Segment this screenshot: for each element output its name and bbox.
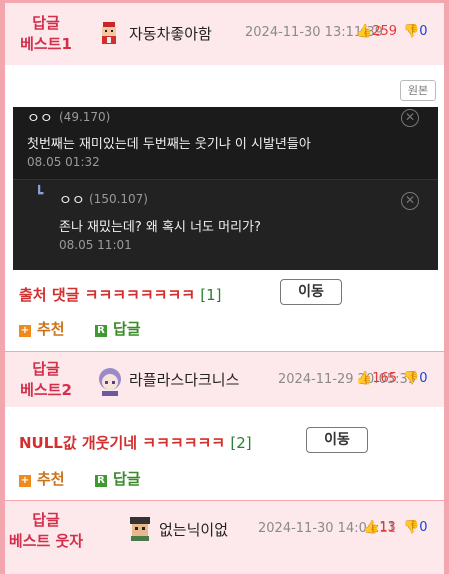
comment2-time: 08.05 11:01	[59, 238, 132, 252]
comment1-ip: (49.170)	[59, 110, 111, 124]
reply-icon: R	[95, 475, 107, 487]
upvote-value: 13	[379, 520, 396, 535]
downvote-value: 0	[419, 24, 428, 39]
best-label-line2: 베스트 웃자	[8, 532, 84, 550]
user-nickname[interactable]: 라플라스다크니스	[129, 369, 239, 390]
downvote-value: 0	[419, 371, 428, 386]
close-icon: ✕	[401, 192, 419, 210]
best-label-line2: 베스트2	[20, 381, 72, 399]
user-avatar-icon[interactable]	[127, 515, 153, 541]
comment1-text: 첫번째는 재미있는데 두번째는 웃기냐 이 시발년들아	[27, 137, 311, 152]
upvote-value: 165	[372, 371, 398, 386]
comment-count: [1]	[200, 286, 222, 304]
recommend-label: 추천	[37, 320, 65, 338]
user-nickname[interactable]: 없는닉이없	[159, 519, 228, 540]
plus-icon: +	[19, 475, 31, 487]
upvote-count[interactable]: 👍13	[363, 520, 396, 535]
downvote-count[interactable]: 👎0	[403, 520, 427, 535]
reply-button[interactable]: R 답글	[95, 318, 141, 339]
thumb-down-icon: 👎	[403, 520, 420, 535]
plus-icon: +	[19, 325, 31, 337]
post-title-text[interactable]: 출처 댓글 ㅋㅋㅋㅋㅋㅋㅋㅋ	[19, 286, 195, 304]
reply-label: 답글	[113, 470, 141, 488]
upvote-value: 259	[372, 24, 398, 39]
thumb-down-icon: 👎	[403, 371, 420, 386]
comment2-text: 존나 재밌는데? 왜 혹시 너도 머리가?	[59, 220, 261, 235]
comment-screenshot-image: ㅇㅇ (49.170) ✕ 첫번째는 재미있는데 두번째는 웃기냐 이 시발년들…	[13, 107, 438, 270]
best-label-line1: 답글	[32, 360, 60, 378]
comment2-ip: (150.107)	[89, 192, 148, 206]
downvote-value: 0	[419, 520, 428, 535]
thumb-up-icon: 👍	[363, 520, 380, 535]
best-label: 답글 베스트1	[5, 13, 87, 55]
move-button[interactable]: 이동	[280, 279, 342, 305]
best-label-line1: 답글	[32, 511, 60, 529]
recommend-label: 추천	[37, 470, 65, 488]
user-avatar-icon[interactable]	[96, 20, 122, 46]
reply-comment: ┗ ㅇㅇ (150.107) ✕ 존나 재밌는데? 왜 혹시 너도 머리가? 0…	[13, 179, 438, 270]
upvote-count[interactable]: 👍259	[356, 24, 397, 39]
post-title[interactable]: NULL값 개웃기네 ㅋㅋㅋㅋㅋㅋ [2]	[19, 432, 252, 453]
thumb-up-icon: 👍	[356, 371, 373, 386]
best-label-line1: 답글	[32, 14, 60, 32]
post-header: 답글 베스트1 자동차좋아함 2024-11-30 13:11:39 👍259 …	[5, 3, 444, 65]
close-icon: ✕	[401, 109, 419, 127]
comment-count: [2]	[230, 434, 252, 452]
recommend-button[interactable]: + 추천	[19, 468, 65, 489]
downvote-count[interactable]: 👎0	[403, 24, 427, 39]
downvote-count[interactable]: 👎0	[403, 371, 427, 386]
user-nickname[interactable]: 자동차좋아함	[129, 23, 212, 44]
best-label: 답글 베스트2	[5, 359, 87, 401]
upvote-count[interactable]: 👍165	[356, 371, 397, 386]
reply-icon: R	[95, 325, 107, 337]
original-button[interactable]: 원본	[400, 80, 436, 101]
reply-label: 답글	[113, 320, 141, 338]
reply-arrow-icon: ┗	[35, 186, 44, 202]
thumb-down-icon: 👎	[403, 24, 420, 39]
post-title-text[interactable]: NULL값 개웃기네 ㅋㅋㅋㅋㅋㅋ	[19, 434, 225, 452]
comment1-time: 08.05 01:32	[27, 155, 100, 169]
thumb-up-icon: 👍	[356, 24, 373, 39]
move-button[interactable]: 이동	[306, 427, 368, 453]
post-title[interactable]: 출처 댓글 ㅋㅋㅋㅋㅋㅋㅋㅋ [1]	[19, 284, 222, 305]
reply-button[interactable]: R 답글	[95, 468, 141, 489]
post-header: 답글 베스트 웃자 없는닉이없 2024-11-30 14:04:11 👍13 …	[5, 501, 444, 574]
comment1-user: ㅇㅇ	[27, 111, 53, 127]
best-label: 답글 베스트 웃자	[5, 510, 87, 552]
user-avatar-icon[interactable]	[96, 366, 124, 396]
post-header: 답글 베스트2 라플라스다크니스 2024-11-29 20:05:39 👍16…	[5, 352, 444, 407]
recommend-button[interactable]: + 추천	[19, 318, 65, 339]
best-label-line2: 베스트1	[20, 35, 72, 53]
comment2-user: ㅇㅇ	[59, 193, 85, 209]
